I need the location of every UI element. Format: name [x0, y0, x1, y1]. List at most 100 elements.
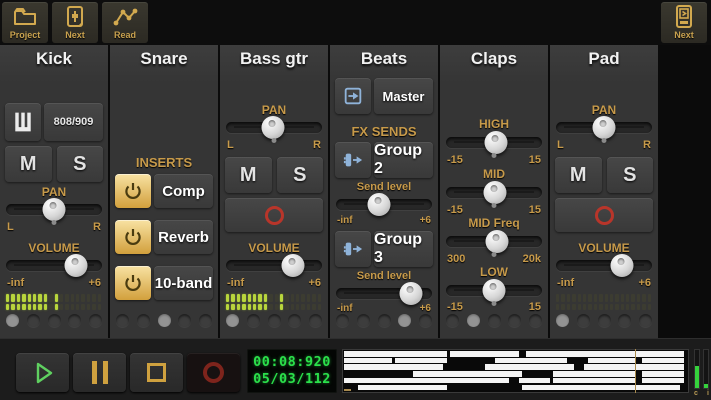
channel-strip-bass-gtr: Bass gtr PAN LR M S VOLUME [220, 45, 328, 338]
insert-power-button[interactable] [115, 174, 151, 208]
send-level-slider[interactable] [336, 281, 432, 305]
page-dots[interactable] [226, 314, 322, 327]
folder-icon [12, 4, 38, 30]
page-dots[interactable] [446, 314, 542, 327]
next-track-button[interactable]: Next [52, 2, 98, 43]
pan-slider[interactable] [226, 115, 322, 139]
insert-power-button[interactable] [115, 220, 151, 254]
pause-button[interactable] [73, 353, 126, 392]
output-routing-button[interactable] [335, 78, 371, 114]
eq-high-knob[interactable] [484, 131, 507, 154]
insert-effect-button[interactable]: 10-band [154, 266, 213, 300]
page-dot [27, 314, 40, 327]
stop-button[interactable] [130, 353, 183, 392]
fx-send-group-button[interactable]: Group 3 [374, 231, 433, 267]
drum-pads-icon-button[interactable] [5, 103, 41, 141]
record-arm-icon [265, 206, 284, 225]
power-icon [123, 181, 143, 201]
volume-slider[interactable] [6, 253, 102, 277]
pan-knob[interactable] [262, 116, 285, 139]
page-dots[interactable] [336, 314, 432, 327]
project-button[interactable]: Project [2, 2, 48, 43]
record-arm-row [555, 198, 653, 232]
channel-name: Beats [330, 49, 438, 69]
level-meter [226, 294, 322, 310]
transport-bar: 00:08:920 05/03/112 ci [0, 338, 711, 400]
playhead [635, 349, 636, 393]
eq-mid-slider[interactable] [446, 180, 542, 204]
insert-row: Comp [115, 174, 213, 208]
fx-send-button[interactable] [335, 231, 371, 267]
next-view-button[interactable]: Next [661, 2, 707, 43]
volume-knob[interactable] [282, 254, 305, 277]
eq-midfreq-label: MID Freq [440, 216, 548, 230]
fx-send-group-button[interactable]: Group 2 [374, 142, 433, 178]
insert-effect-button[interactable]: Reverb [154, 220, 213, 254]
mute-solo-row: M S [555, 157, 653, 193]
pan-range-labels: LR [557, 139, 651, 151]
pan-knob[interactable] [593, 116, 616, 139]
eq-high-label: HIGH [440, 117, 548, 131]
page-dot [529, 314, 542, 327]
eq-high-slider[interactable] [446, 130, 542, 154]
fx-send-button[interactable] [335, 142, 371, 178]
read-automation-button[interactable]: Read [102, 2, 148, 43]
page-dot [158, 314, 171, 327]
project-button-label: Project [10, 30, 41, 41]
record-arm-row [225, 198, 323, 232]
volume-knob[interactable] [611, 254, 634, 277]
mute-solo-row: M S [5, 146, 103, 182]
solo-button[interactable]: S [57, 146, 104, 182]
page-dot [556, 314, 569, 327]
page-dot [336, 314, 349, 327]
eq-low-knob[interactable] [483, 279, 506, 302]
volume-slider[interactable] [226, 253, 322, 277]
page-dots[interactable] [6, 314, 102, 327]
eq-midfreq-slider[interactable] [446, 229, 542, 253]
pan-slider[interactable] [6, 197, 102, 221]
input-meter [703, 349, 709, 389]
send-level-knob[interactable] [368, 193, 391, 216]
page-dots[interactable] [556, 314, 652, 327]
eq-low-slider[interactable] [446, 278, 542, 302]
instrument-select-button[interactable]: 808/909 [44, 103, 103, 141]
next-view-icon [675, 4, 693, 30]
insert-power-button[interactable] [115, 266, 151, 300]
record-button[interactable] [187, 353, 240, 392]
record-arm-button[interactable] [555, 198, 653, 232]
level-meter [6, 294, 102, 310]
pan-knob[interactable] [43, 198, 66, 221]
page-dot [48, 314, 61, 327]
bars-beats-position: 05/03/112 [253, 371, 331, 388]
volume-slider[interactable] [556, 253, 652, 277]
volume-knob[interactable] [65, 254, 88, 277]
solo-button[interactable]: S [277, 157, 324, 193]
mute-button[interactable]: M [5, 146, 52, 182]
page-dot [288, 314, 301, 327]
solo-button[interactable]: S [607, 157, 654, 193]
record-arm-button[interactable] [225, 198, 323, 232]
page-dot [247, 314, 260, 327]
mixer-strips: Kick 808/909 M S PAN LR VOLUME [0, 45, 711, 338]
send-level-knob[interactable] [399, 282, 422, 305]
volume-range-labels: -inf+6 [227, 277, 321, 289]
play-icon [30, 360, 56, 386]
eq-mid-knob[interactable] [483, 181, 506, 204]
eq-midfreq-knob[interactable] [485, 230, 508, 253]
page-dot [226, 314, 239, 327]
insert-effect-button[interactable]: Comp [154, 174, 213, 208]
play-button[interactable] [16, 353, 69, 392]
page-dots[interactable] [116, 314, 212, 327]
page-dot [577, 314, 590, 327]
mute-button[interactable]: M [555, 157, 602, 193]
pan-slider[interactable] [556, 115, 652, 139]
page-dot [419, 314, 432, 327]
send-level-slider[interactable] [336, 192, 432, 216]
arrangement-overview[interactable] [342, 349, 689, 393]
time-position: 00:08:920 [253, 354, 331, 371]
mute-button[interactable]: M [225, 157, 272, 193]
time-display[interactable]: 00:08:920 05/03/112 [247, 349, 337, 393]
output-destination-button[interactable]: Master [374, 78, 433, 114]
page-dot [68, 314, 81, 327]
track-settings-icon [65, 4, 85, 30]
